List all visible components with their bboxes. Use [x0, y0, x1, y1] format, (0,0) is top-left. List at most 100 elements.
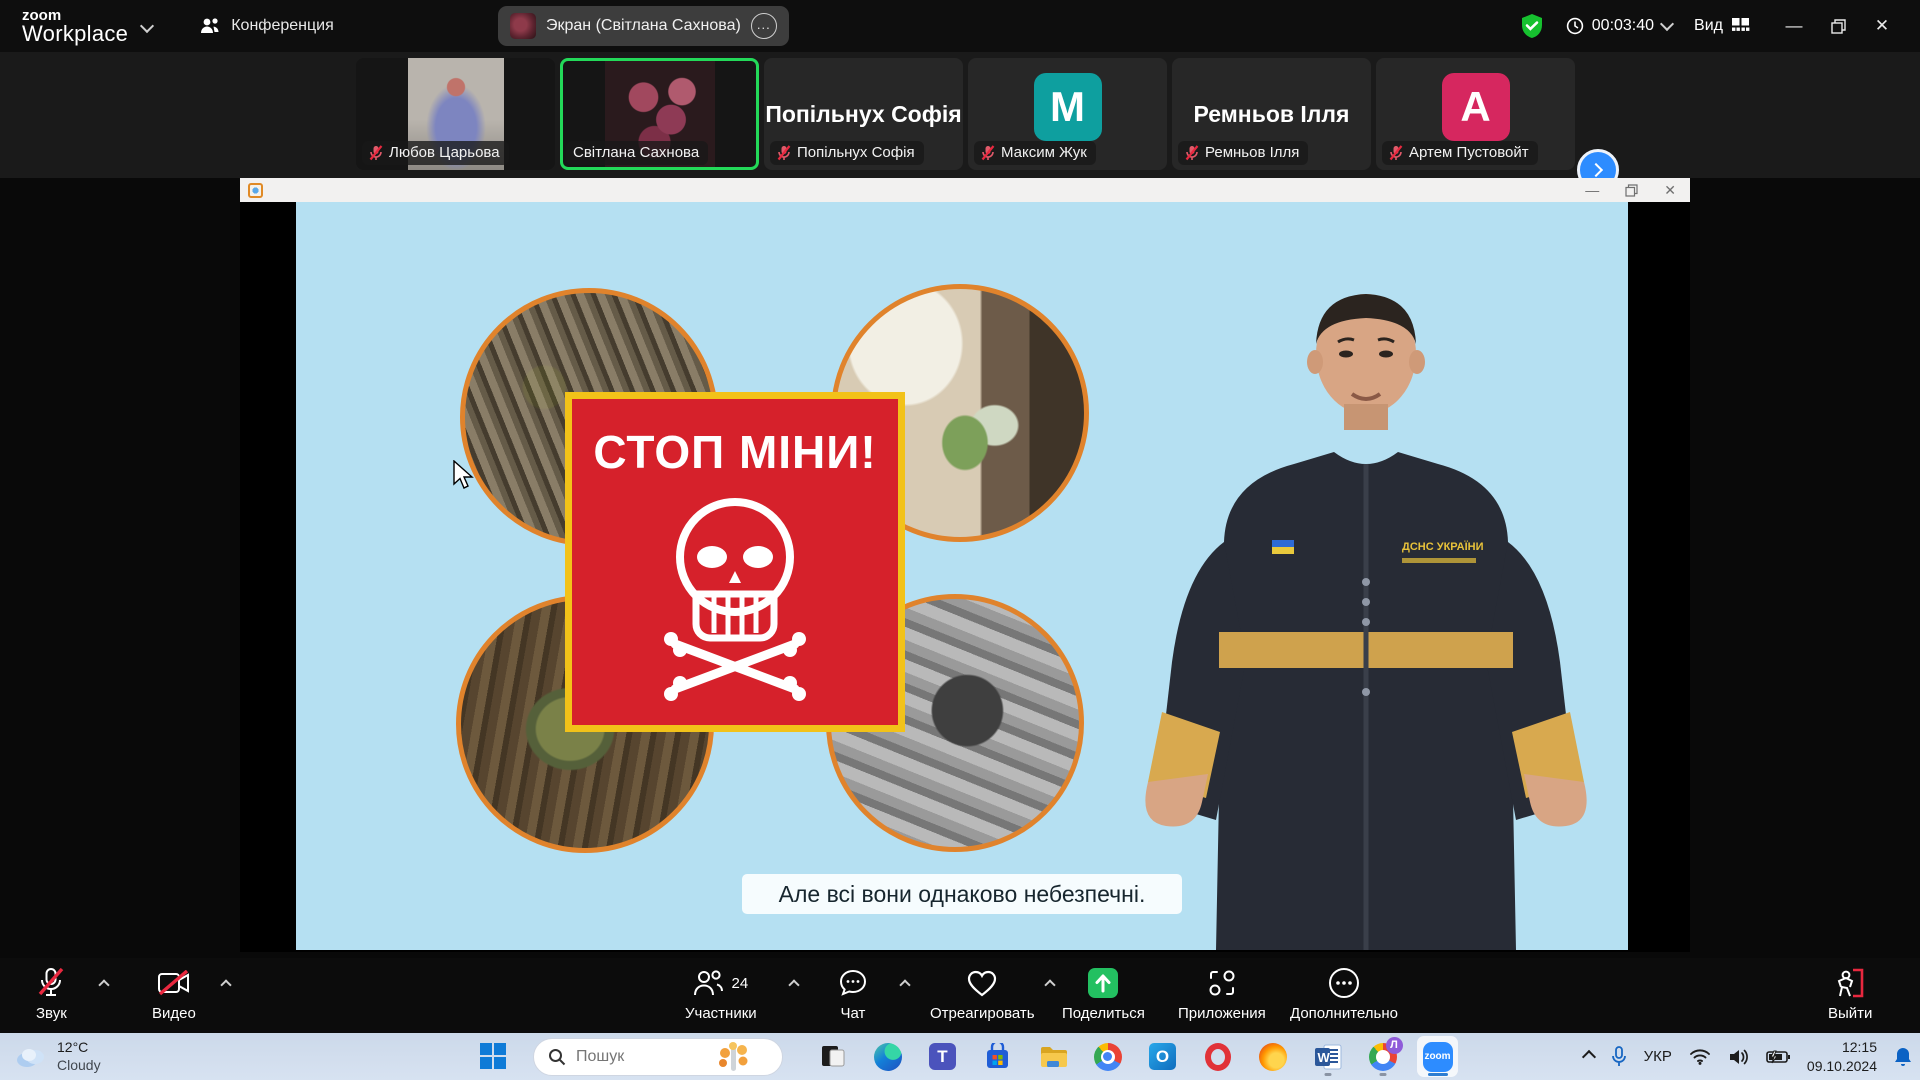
tray-expand-icon[interactable]	[1582, 1049, 1596, 1063]
taskbar-app-chrome[interactable]	[1087, 1036, 1128, 1077]
react-label: Отреагировать	[930, 1005, 1035, 1022]
taskbar-app-store[interactable]	[977, 1036, 1018, 1077]
taskbar-app-edge[interactable]	[867, 1036, 908, 1077]
windows-start-icon	[478, 1041, 508, 1071]
taskbar-app-firefox[interactable]	[1252, 1036, 1293, 1077]
participant-tile[interactable]: M Максим Жук	[968, 58, 1167, 170]
weather-temp: 12°C	[57, 1039, 101, 1057]
participant-name-label: Ремньов Ілля	[1178, 141, 1308, 165]
zoom-meeting-window: zoom Workplace Конференция Экран (Світла…	[0, 0, 1920, 1080]
mic-muted-icon	[37, 967, 65, 999]
leave-button[interactable]: Выйти	[1828, 966, 1872, 1022]
participant-tile[interactable]: Любов Царьова	[356, 58, 555, 170]
taskbar-app-word[interactable]: W	[1307, 1036, 1348, 1077]
heart-icon	[966, 969, 998, 998]
presenter-illustration: ДСНС УКРАЇНИ	[1066, 282, 1628, 950]
audio-options-chevron[interactable]	[100, 976, 108, 994]
chrome-icon: Л	[1369, 1043, 1397, 1071]
participant-tile[interactable]: Попільнух Софія Попільнух Софія	[764, 58, 963, 170]
tray-date: 09.10.2024	[1807, 1057, 1877, 1075]
taskbar-app-chrome-profile[interactable]: Л	[1362, 1036, 1403, 1077]
subtitle-caption: Але всі вони однаково небезпечні.	[742, 874, 1182, 914]
more-label: Дополнительно	[1290, 1005, 1398, 1022]
restore-icon[interactable]	[1625, 184, 1638, 197]
word-icon: W	[1314, 1044, 1342, 1070]
apps-label: Приложения	[1178, 1005, 1266, 1022]
shared-window-titlebar[interactable]: — ✕	[240, 178, 1690, 202]
restore-button[interactable]	[1816, 0, 1860, 52]
participant-tile[interactable]: A Артем Пустовойт	[1376, 58, 1575, 170]
camera-muted-icon	[157, 970, 191, 996]
react-button[interactable]: Отреагировать	[930, 966, 1035, 1022]
security-shield-icon[interactable]	[1520, 13, 1544, 39]
screen-tab-label: Экран (Світлана Сахнова)	[546, 17, 741, 35]
clock-widget[interactable]: 12:15 09.10.2024	[1807, 1038, 1877, 1074]
mic-muted-icon	[981, 145, 995, 161]
taskbar-app-outlook[interactable]: O	[1142, 1036, 1183, 1077]
chat-label: Чат	[841, 1005, 866, 1022]
more-button[interactable]: Дополнительно	[1290, 966, 1398, 1022]
share-screen-icon	[1087, 967, 1119, 999]
minimize-icon[interactable]: —	[1585, 182, 1599, 198]
teams-icon: T	[929, 1043, 956, 1070]
search-input[interactable]	[576, 1048, 706, 1066]
weather-widget[interactable]: 12°C Cloudy	[14, 1039, 101, 1074]
close-button[interactable]: ✕	[1860, 0, 1904, 52]
close-icon[interactable]: ✕	[1664, 182, 1676, 199]
chat-options-chevron[interactable]	[901, 976, 909, 994]
participants-options-chevron[interactable]	[790, 976, 798, 994]
taskbar-app-widgets[interactable]	[812, 1036, 853, 1077]
participants-count: 24	[731, 975, 748, 992]
meeting-timer[interactable]: 00:03:40	[1566, 17, 1672, 35]
leave-meeting-icon	[1835, 968, 1865, 998]
participant-name-label: Світлана Сахнова	[566, 141, 708, 165]
chat-button[interactable]: Чат	[838, 966, 868, 1022]
volume-icon[interactable]	[1728, 1048, 1749, 1066]
zoom-app-icon: zoom	[1423, 1042, 1453, 1072]
tray-mic-icon[interactable]	[1611, 1046, 1627, 1068]
participants-button[interactable]: 24 Участники	[685, 966, 757, 1022]
view-button[interactable]: Вид	[1694, 17, 1750, 36]
leave-label: Выйти	[1828, 1005, 1872, 1022]
participant-tile[interactable]: Ремньов Ілля Ремньов Ілля	[1172, 58, 1371, 170]
chevron-down-icon[interactable]	[140, 19, 154, 33]
participant-name-label: Максим Жук	[974, 141, 1096, 165]
running-indicator	[1379, 1073, 1386, 1076]
more-icon	[1328, 967, 1360, 999]
tab-shared-screen[interactable]: Экран (Світлана Сахнова) ...	[498, 6, 789, 46]
notification-bell-icon[interactable]	[1894, 1047, 1912, 1067]
tab-options-icon[interactable]: ...	[751, 13, 777, 39]
audio-label: Звук	[36, 1005, 67, 1022]
zoom-workplace-logo: zoom Workplace	[22, 8, 128, 45]
shared-screen-stage: — ✕ СТОП МІНИ!	[0, 178, 1920, 958]
start-button[interactable]	[478, 1041, 508, 1076]
wifi-icon[interactable]	[1689, 1048, 1711, 1065]
clock-icon	[1566, 17, 1584, 35]
top-bar-right: 00:03:40 Вид — ✕	[1520, 0, 1920, 52]
edge-icon	[874, 1043, 902, 1071]
chat-icon	[838, 968, 868, 998]
taskbar-search[interactable]	[533, 1038, 783, 1076]
shared-app-window: — ✕ СТОП МІНИ!	[240, 178, 1690, 952]
audio-button[interactable]: Звук	[36, 966, 67, 1022]
battery-icon[interactable]	[1766, 1050, 1790, 1064]
taskbar-app-teams[interactable]: T	[922, 1036, 963, 1077]
video-button[interactable]: Видео	[152, 966, 196, 1022]
taskbar-app-opera[interactable]	[1197, 1036, 1238, 1077]
share-button[interactable]: Поделиться	[1062, 966, 1145, 1022]
profile-badge: Л	[1386, 1037, 1403, 1054]
video-options-chevron[interactable]	[222, 976, 230, 994]
apps-button[interactable]: Приложения	[1178, 966, 1266, 1022]
file-explorer-icon	[1039, 1045, 1067, 1069]
tab-meeting[interactable]: Конференция	[200, 17, 334, 35]
react-options-chevron[interactable]	[1046, 976, 1054, 994]
language-indicator[interactable]: УКР	[1644, 1048, 1672, 1065]
chevron-down-icon[interactable]	[1660, 17, 1674, 31]
windows-taskbar: 12°C Cloudy	[0, 1033, 1920, 1080]
taskbar-app-zoom[interactable]: zoom	[1417, 1036, 1458, 1077]
outlook-icon: O	[1149, 1043, 1176, 1070]
taskbar-app-explorer[interactable]	[1032, 1036, 1073, 1077]
participant-tile-active-speaker[interactable]: Світлана Сахнова	[560, 58, 759, 170]
minimize-button[interactable]: —	[1772, 0, 1816, 52]
skull-crossbones-icon	[630, 479, 840, 704]
